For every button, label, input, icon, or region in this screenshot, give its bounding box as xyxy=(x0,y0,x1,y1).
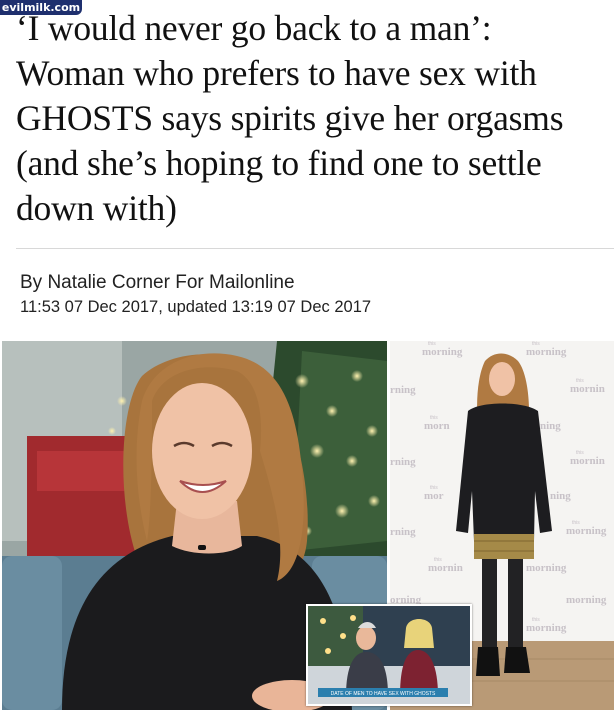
svg-text:morning: morning xyxy=(566,525,607,537)
article-headline: ‘I would never go back to a man’: Woman … xyxy=(16,8,564,228)
tv-caption: DATE OF MEN TO HAVE SEX WITH GHOSTS xyxy=(331,691,436,697)
svg-text:morning: morning xyxy=(526,622,567,634)
svg-text:morning: morning xyxy=(566,594,607,606)
svg-text:morning: morning xyxy=(422,346,463,358)
svg-text:morn: morn xyxy=(424,420,450,432)
svg-text:morning: morning xyxy=(526,346,567,358)
svg-text:rning: rning xyxy=(390,384,416,396)
svg-text:mornin: mornin xyxy=(428,562,463,574)
svg-text:mornin: mornin xyxy=(570,455,605,467)
svg-text:ning: ning xyxy=(540,420,561,432)
article-byline: By Natalie Corner For Mailonline xyxy=(20,272,295,293)
svg-text:mornin: mornin xyxy=(570,383,605,395)
svg-text:rning: rning xyxy=(390,456,416,468)
tv-still-drawing: DATE OF MEN TO HAVE SEX WITH GHOSTS xyxy=(308,606,470,704)
svg-text:ning: ning xyxy=(550,490,571,502)
svg-text:rning: rning xyxy=(390,526,416,538)
divider xyxy=(16,248,614,249)
article-dateline: 11:53 07 Dec 2017, updated 13:19 07 Dec … xyxy=(20,298,372,316)
svg-text:mor: mor xyxy=(424,490,444,502)
tv-still-inset: DATE OF MEN TO HAVE SEX WITH GHOSTS xyxy=(306,604,472,706)
svg-text:morning: morning xyxy=(526,562,567,574)
